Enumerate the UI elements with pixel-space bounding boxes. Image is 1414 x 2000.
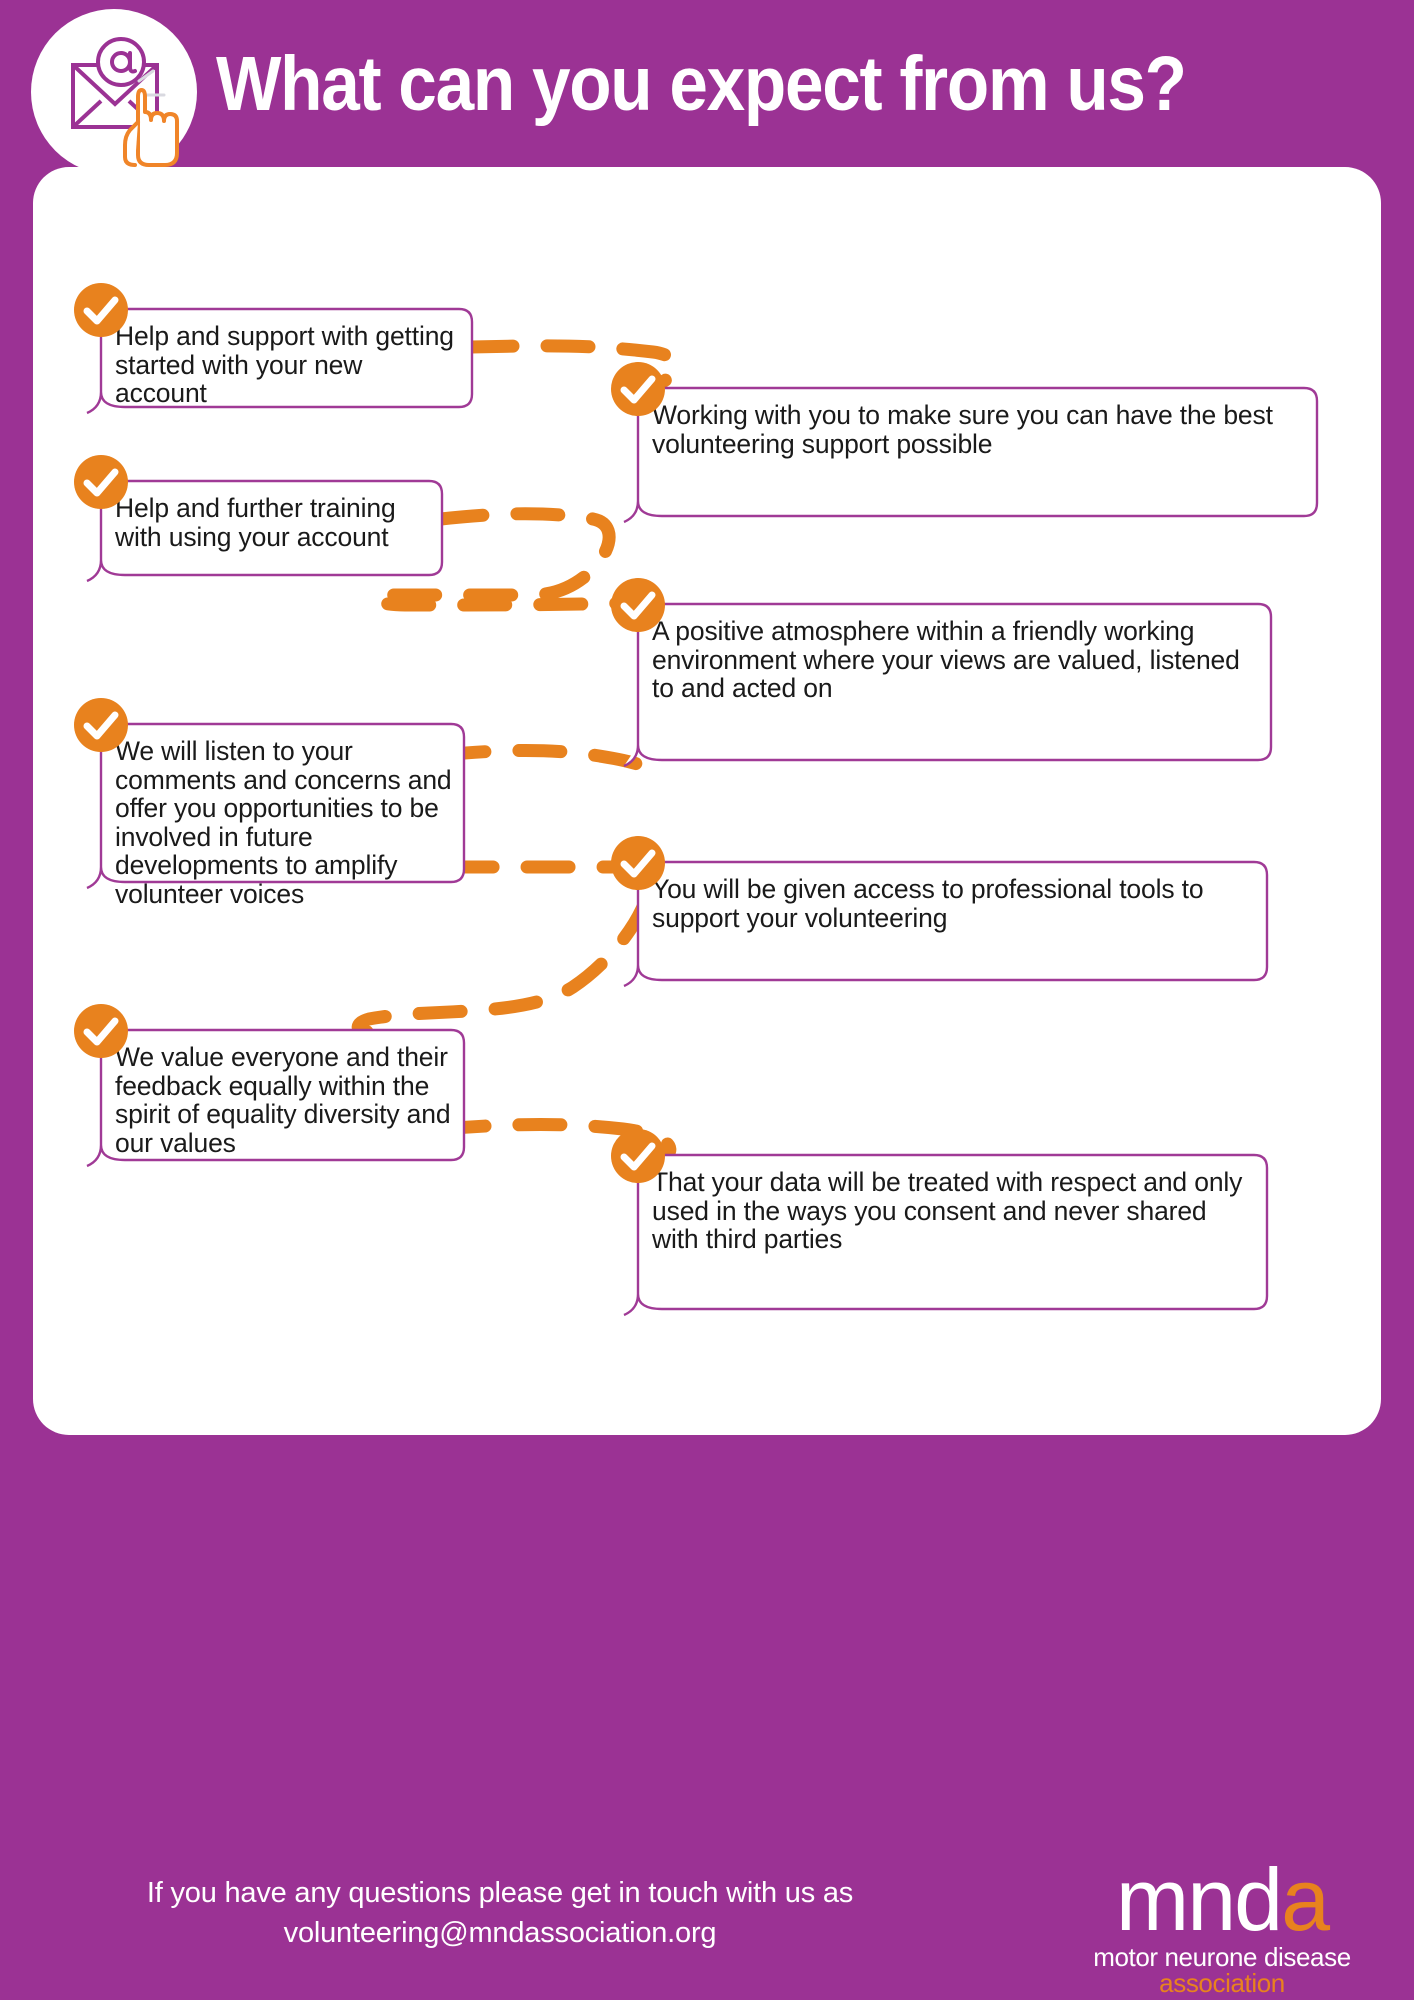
expectation-bubble-5: We will listen to your comments and conc… <box>74 698 467 908</box>
content-card: Help and support with getting started wi… <box>33 167 1381 1435</box>
check-circle-icon <box>611 1129 665 1183</box>
check-circle-icon <box>74 283 128 337</box>
check-circle-icon <box>611 578 665 632</box>
check-circle-icon <box>611 836 665 890</box>
logo-subtitle-line-1: motor neurone disease <box>1093 1942 1351 1972</box>
logo-wordmark: mnda <box>1052 1855 1392 1945</box>
footer-email[interactable]: volunteering@mndassociation.org <box>60 1913 940 1953</box>
expectation-bubble-3: Help and further training with using you… <box>74 455 445 583</box>
expectation-text-6: You will be given access to professional… <box>652 874 1204 933</box>
expectation-bubble-8: That your data will be treated with resp… <box>611 1129 1270 1318</box>
expectation-text-3: Help and further training with using you… <box>115 493 396 552</box>
page-title: What can you expect from us? <box>216 41 1187 127</box>
check-circle-icon <box>74 698 128 752</box>
check-circle-icon <box>611 362 665 416</box>
logo-wordmark-accent: a <box>1281 1850 1330 1949</box>
mnda-logo: mnda motor neurone disease association <box>1052 1855 1392 1998</box>
expectation-text-1: Help and support with getting started wi… <box>115 321 454 408</box>
check-circle-icon <box>74 1004 128 1058</box>
footer-line-1: If you have any questions please get in … <box>146 1877 854 1909</box>
expectation-text-8: That your data will be treated with resp… <box>652 1167 1243 1254</box>
footer-contact-text: If you have any questions please get in … <box>60 1873 940 1953</box>
email-envelope-click-icon <box>71 37 179 167</box>
check-circle-icon <box>74 455 128 509</box>
expectation-bubble-7: We value everyone and their feedback equ… <box>74 1004 467 1169</box>
expectation-text-2: Working with you to make sure you can ha… <box>652 400 1273 459</box>
expectation-text-7: We value everyone and their feedback equ… <box>115 1042 451 1158</box>
logo-subtitle-line-2: association <box>1159 1968 1285 1998</box>
expectation-bubble-4: A positive atmosphere within a friendly … <box>611 578 1274 769</box>
expectation-text-5: We will listen to your comments and conc… <box>115 736 452 909</box>
expectation-text-4: A positive atmosphere within a friendly … <box>652 616 1240 703</box>
expectation-bubble-2: Working with you to make sure you can ha… <box>611 362 1320 525</box>
logo-wordmark-main: mnd <box>1115 1850 1283 1949</box>
expectation-bubble-1: Help and support with getting started wi… <box>74 283 475 416</box>
expectation-bubble-6: You will be given access to professional… <box>611 836 1270 989</box>
